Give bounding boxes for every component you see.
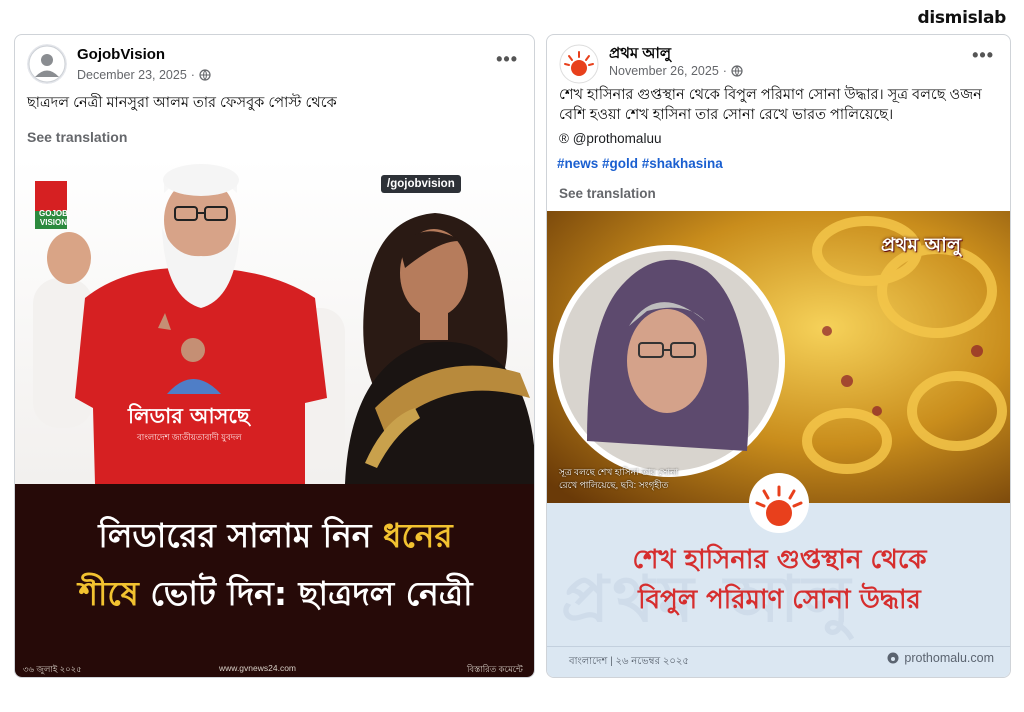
- post-author[interactable]: GojobVision: [77, 46, 165, 63]
- headline-line-1: লিডারের সালাম নিন ধনের: [15, 510, 534, 566]
- avatar[interactable]: [27, 44, 67, 84]
- headline-line-1-main: লিডারের সালাম নিন: [98, 516, 372, 555]
- tshirt-slogan: লিডার আসছে: [128, 404, 250, 428]
- post-handle: ® @prothomaluu: [559, 131, 661, 146]
- post-handle-text[interactable]: @prothomaluu: [573, 131, 662, 146]
- site-logo-icon: [887, 652, 899, 664]
- tshirt-subtext: বাংলাদেশ জাতীয়তাবাদী যুবদল: [137, 432, 242, 442]
- copyright-icon: ®: [559, 131, 573, 146]
- facebook-post-gojobvision: GojobVision December 23, 2025 · ••• ছাত্…: [14, 34, 535, 678]
- headline-line-2: শীষে ভোট দিন: ছাত্রদল নেত্রী: [15, 568, 534, 624]
- news-footer-site: prothomalu.com: [887, 651, 994, 665]
- post-date[interactable]: December 23, 2025: [77, 68, 187, 82]
- image-footer-more: বিস্তারিত কমেন্টে: [467, 664, 523, 674]
- see-translation-link[interactable]: See translation: [27, 129, 127, 145]
- image-footer-site: www.gvnews24.com: [219, 663, 297, 673]
- globe-icon: [731, 65, 743, 77]
- more-options-icon[interactable]: •••: [496, 49, 518, 70]
- headline-line-2-accent: শীষে: [78, 574, 139, 613]
- prothom-alu-logo: প্রথম আলু: [881, 234, 961, 256]
- post-meta: November 26, 2025 ·: [609, 64, 743, 78]
- headline-line-2-main: ভোট দিন: ছাত্রদল নেত্রী: [150, 574, 473, 613]
- image-footer-date: ৩৬ জুলাই ২০২৫: [23, 664, 82, 674]
- post-caption: শেখ হাসিনার গুপ্তস্থান থেকে বিপুল পরিমাণ…: [559, 87, 982, 123]
- avatar[interactable]: [559, 44, 599, 84]
- post-image[interactable]: GOJOB VISION /gojobvision লিডার আসছে বাং…: [15, 158, 534, 677]
- headline-line-1-accent: ধনের: [383, 516, 453, 555]
- post-date[interactable]: November 26, 2025: [609, 64, 719, 78]
- post-meta: December 23, 2025 ·: [77, 68, 211, 82]
- post-header: প্রথম আলু November 26, 2025 · •••: [547, 35, 1010, 91]
- dismislab-logo: dismislab: [917, 8, 1006, 28]
- news-footer-site-text: prothomalu.com: [904, 651, 994, 665]
- social-handle-badge: /gojobvision: [381, 175, 461, 193]
- post-image[interactable]: প্রথম আলু সূত্র বলছে শেখ হাসিনা তার সোনা…: [547, 211, 1010, 677]
- post-hashtags[interactable]: #news #gold #shakhasina: [557, 156, 723, 171]
- sun-logo-icon: [559, 44, 599, 84]
- gojob-vision-logo: GOJOB VISION: [39, 209, 68, 227]
- news-footer-date: বাংলাদেশ | ২৬ নভেম্বর ২০২৫: [569, 656, 689, 667]
- globe-icon: [199, 69, 211, 81]
- default-avatar-icon: [27, 44, 67, 84]
- post-caption: ছাত্রদল নেত্রী মানসুরা আলম তার ফেসবুক পো…: [27, 95, 337, 111]
- news-headline-line-2: বিপুল পরিমাণ সোনা উদ্ধার: [638, 585, 921, 615]
- post-header: GojobVision December 23, 2025 · •••: [15, 35, 534, 91]
- photo-caption: সূত্র বলছে শেখ হাসিনা তার সোনা রেখে পালি…: [559, 467, 679, 490]
- more-options-icon[interactable]: •••: [972, 45, 994, 66]
- footer-divider: [547, 646, 1010, 647]
- news-headline-line-1: শেখ হাসিনার গুপ্তস্থান থেকে: [632, 545, 927, 575]
- facebook-post-prothom-alu: প্রথম আলু November 26, 2025 · ••• শেখ হা…: [546, 34, 1011, 678]
- see-translation-link[interactable]: See translation: [559, 186, 656, 201]
